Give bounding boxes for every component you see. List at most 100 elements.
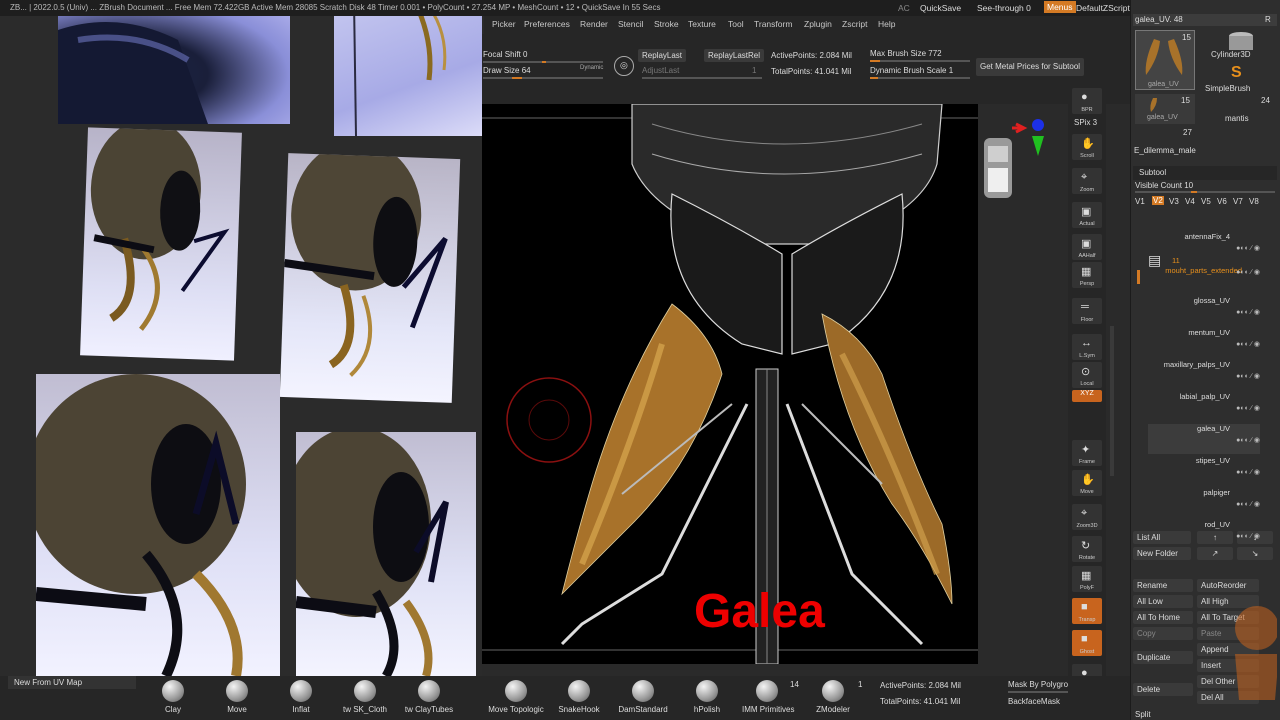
- subtool-visibility-icon[interactable]: ●◐◐ ∕ ◉: [1236, 532, 1260, 540]
- backface-mask-button[interactable]: BackfaceMask: [1008, 697, 1060, 706]
- menu-zplugin[interactable]: Zplugin: [804, 19, 832, 29]
- toolbar-bpr-button[interactable]: ● BPR: [1072, 88, 1102, 114]
- toolbar-zoom3d-button[interactable]: ⌖ Zoom3D: [1072, 504, 1102, 530]
- version-v5[interactable]: V5: [1201, 197, 1211, 206]
- mask-by-polygroups-slider[interactable]: Mask By Polygro: [1008, 680, 1068, 689]
- copy-button[interactable]: Copy: [1133, 627, 1193, 640]
- visible-count-slider[interactable]: Visible Count 10: [1135, 181, 1193, 190]
- mask-by-polygroups-track[interactable]: [1008, 691, 1068, 693]
- brush-move[interactable]: Move: [212, 680, 262, 718]
- subtool-item-maxillary-palps-uv[interactable]: maxillary_palps_UV ●◐◐ ∕ ◉: [1148, 360, 1260, 390]
- draw-size-track[interactable]: [483, 77, 603, 79]
- split-section-header[interactable]: Split: [1135, 710, 1151, 719]
- toolbar-transp-button[interactable]: ■ Transp: [1072, 598, 1102, 624]
- menus-button[interactable]: Menus: [1044, 1, 1076, 13]
- all-to-home-button[interactable]: All To Home: [1133, 611, 1193, 624]
- toolbar-l-sym-button[interactable]: ↔ L.Sym: [1072, 334, 1102, 360]
- get-metal-prices-button[interactable]: Get Metal Prices for Subtool: [976, 58, 1085, 76]
- tool-thumb-galea-2[interactable]: 15 galea_UV: [1135, 94, 1195, 124]
- toolbar-rotate-button[interactable]: ↻ Rotate: [1072, 536, 1102, 562]
- tool-r-button[interactable]: R: [1265, 15, 1271, 24]
- viewport-canvas[interactable]: [482, 104, 978, 664]
- subtool-visibility-icon[interactable]: ●◐◐ ∕ ◉: [1236, 436, 1260, 444]
- focal-shift-handle[interactable]: [542, 61, 546, 63]
- brush-zmodeler[interactable]: ZModeler: [808, 680, 858, 718]
- visible-count-track[interactable]: [1135, 191, 1275, 193]
- menu-texture[interactable]: Texture: [688, 19, 716, 29]
- brush-inflat[interactable]: Inflat: [276, 680, 326, 718]
- max-brush-size-slider[interactable]: Max Brush Size 772: [870, 49, 942, 58]
- toolbar-ghost-button[interactable]: ■ Ghost: [1072, 630, 1102, 656]
- subtool-item-rod-uv[interactable]: rod_UV ●◐◐ ∕ ◉: [1148, 520, 1260, 550]
- subtool-item-palpiger[interactable]: palpiger ●◐◐ ∕ ◉: [1148, 488, 1260, 518]
- draw-size-handle[interactable]: [512, 77, 522, 79]
- brush-tw-claytubes[interactable]: tw ClayTubes: [404, 680, 454, 718]
- canvas-scrollbar[interactable]: [1110, 326, 1114, 476]
- toolbar-frame-button[interactable]: ✦ Frame: [1072, 440, 1102, 466]
- version-v1[interactable]: V1: [1135, 197, 1145, 206]
- version-v8[interactable]: V8: [1249, 197, 1259, 206]
- folder-icon[interactable]: ▤: [1148, 252, 1161, 269]
- toolbar-aahalf-button[interactable]: ▣ AAHalf: [1072, 234, 1102, 260]
- toolbar-persp-button[interactable]: ▦ Persp: [1072, 262, 1102, 288]
- tool-thumb-simplebrush[interactable]: S SimpleBrush: [1205, 64, 1271, 94]
- draw-size-slider[interactable]: Draw Size 64: [483, 66, 531, 75]
- version-v2[interactable]: V2: [1152, 196, 1164, 205]
- replay-last-button[interactable]: ReplayLast: [638, 49, 687, 62]
- adjust-last-track[interactable]: [642, 77, 762, 79]
- focal-shift-slider[interactable]: Focal Shift 0: [483, 50, 527, 59]
- menu-zscript[interactable]: Zscript: [842, 19, 868, 29]
- subtool-item-labial-palp-uv[interactable]: labial_palp_UV ●◐◐ ∕ ◉: [1148, 392, 1260, 422]
- toolbar-zoom-button[interactable]: ⌖ Zoom: [1072, 168, 1102, 194]
- version-v4[interactable]: V4: [1185, 197, 1195, 206]
- subtool-item-galea-uv[interactable]: galea_UV ●◐◐ ∕ ◉: [1148, 424, 1260, 454]
- brush-tw-sk-cloth[interactable]: tw SK_Cloth: [340, 680, 390, 718]
- adjust-last-label[interactable]: AdjustLast: [642, 66, 679, 75]
- delete-button[interactable]: Delete: [1133, 683, 1193, 696]
- tool-thumb-galea[interactable]: 15 galea_UV: [1135, 30, 1195, 90]
- menu-transform[interactable]: Transform: [754, 19, 792, 29]
- current-tool-bar[interactable]: galea_UV. 48 R: [1133, 14, 1277, 26]
- quicksave-button[interactable]: QuickSave: [920, 3, 961, 13]
- all-low-button[interactable]: All Low: [1133, 595, 1193, 608]
- toolbar-scroll-button[interactable]: ✋ Scroll: [1072, 134, 1102, 160]
- brush-snakehook[interactable]: SnakeHook: [554, 680, 604, 718]
- replay-last-rel-button[interactable]: ReplayLastRel: [704, 49, 765, 62]
- version-v3[interactable]: V3: [1169, 197, 1179, 206]
- see-through-slider[interactable]: See-through 0: [977, 3, 1031, 13]
- tool-thumb-cylinder[interactable]: Cylinder3D: [1211, 30, 1271, 60]
- brush-damstandard[interactable]: DamStandard: [618, 680, 668, 718]
- version-v6[interactable]: V6: [1217, 197, 1227, 206]
- autoreorder-button[interactable]: AutoReorder: [1197, 579, 1259, 592]
- lightbox-icon[interactable]: ◎: [614, 56, 634, 76]
- subtool-visibility-icon[interactable]: ●◐◐ ∕ ◉: [1236, 244, 1260, 252]
- menu-tool[interactable]: Tool: [728, 19, 744, 29]
- subtool-item-stipes-uv[interactable]: stipes_UV ●◐◐ ∕ ◉: [1148, 456, 1260, 486]
- subtool-visibility-icon[interactable]: ●◐◐ ∕ ◉: [1236, 268, 1260, 276]
- subtool-item-mentum-uv[interactable]: mentum_UV ●◐◐ ∕ ◉: [1148, 328, 1260, 358]
- subtool-visibility-icon[interactable]: ●◐◐ ∕ ◉: [1236, 500, 1260, 508]
- rename-button[interactable]: Rename: [1133, 579, 1193, 592]
- version-v7[interactable]: V7: [1233, 197, 1243, 206]
- toolbar-polyf-button[interactable]: ▦ PolyF: [1072, 566, 1102, 592]
- tool-thumb-mantis[interactable]: 24 mantis: [1211, 94, 1271, 124]
- menu-help[interactable]: Help: [878, 19, 895, 29]
- subtool-header[interactable]: Subtool: [1133, 166, 1277, 180]
- toolbar-floor-button[interactable]: ═ Floor: [1072, 298, 1102, 324]
- subtool-item-glossa-uv[interactable]: glossa_UV ●◐◐ ∕ ◉: [1148, 296, 1260, 326]
- subtool-visibility-icon[interactable]: ●◐◐ ∕ ◉: [1236, 468, 1260, 476]
- navigation-gizmo[interactable]: [976, 116, 1046, 208]
- toolbar-actual-button[interactable]: ▣ Actual: [1072, 202, 1102, 228]
- subtool-visibility-icon[interactable]: ●◐◐ ∕ ◉: [1236, 404, 1260, 412]
- tool-e-dilemma-male[interactable]: E_dilemma_male: [1134, 146, 1196, 155]
- toolbar-local-button[interactable]: ⊙ Local: [1072, 362, 1102, 388]
- brush-hpolish[interactable]: hPolish: [682, 680, 732, 718]
- toolbar-move-button[interactable]: ✋ Move: [1072, 470, 1102, 496]
- brush-clay[interactable]: Clay: [148, 680, 198, 718]
- brush-imm-primitives[interactable]: IMM Primitives: [742, 680, 794, 718]
- menu-picker[interactable]: Picker: [492, 19, 516, 29]
- dynamic-brush-scale-track[interactable]: [870, 77, 970, 79]
- duplicate-button[interactable]: Duplicate: [1133, 651, 1193, 664]
- visible-count-handle[interactable]: [1191, 191, 1197, 193]
- max-brush-size-track[interactable]: [870, 60, 970, 62]
